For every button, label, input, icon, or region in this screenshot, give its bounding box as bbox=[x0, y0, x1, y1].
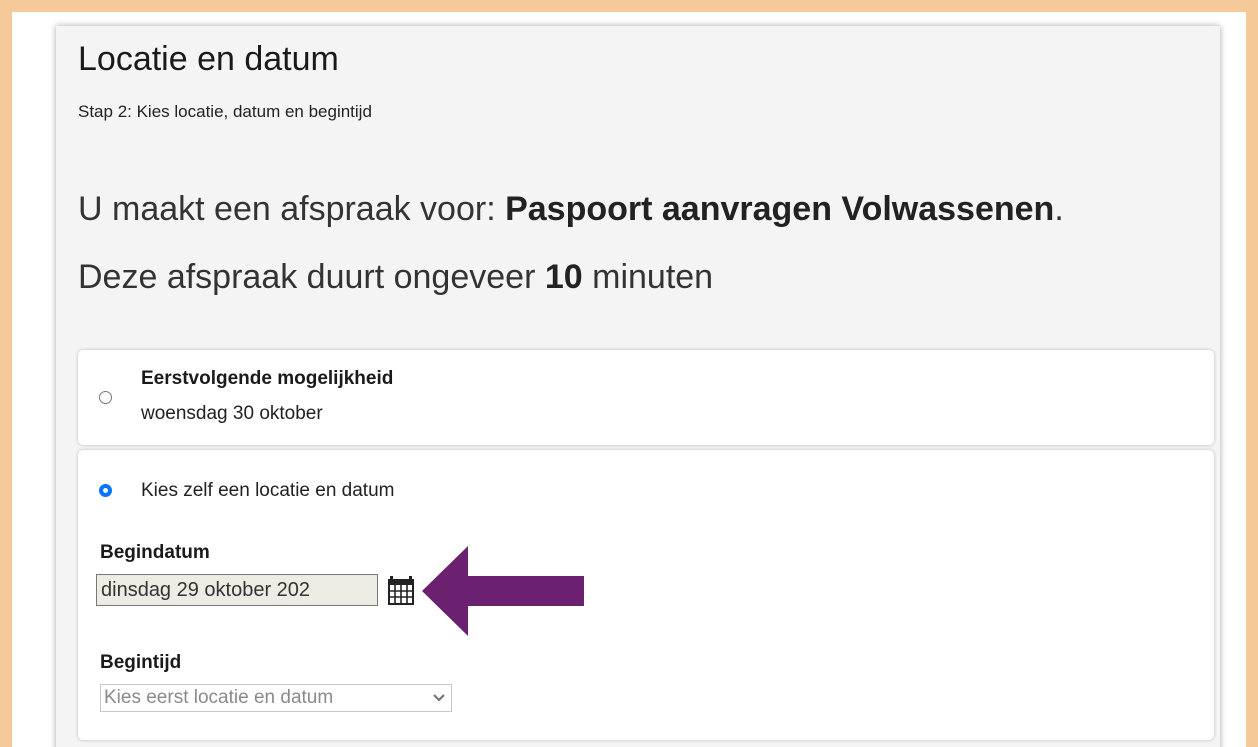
option-choose-self: Kies zelf een locatie en datum Begindatu… bbox=[78, 450, 1214, 740]
start-time-label: Begintijd bbox=[100, 652, 182, 673]
appointment-prefix: U maakt een afspraak voor: bbox=[78, 190, 506, 228]
appointment-type: Paspoort aanvragen Volwassenen bbox=[505, 190, 1055, 228]
appointment-suffix: . bbox=[1054, 190, 1064, 228]
duration-value: 10 bbox=[544, 258, 583, 296]
first-available-title: Eerstvolgende mogelijkheid bbox=[141, 368, 394, 389]
step-subtitle: Stap 2: Kies locatie, datum en begintijd bbox=[78, 102, 372, 121]
appointment-type-line: U maakt een afspraak voor: Paspoort aanv… bbox=[78, 190, 1064, 229]
first-available-date: woensdag 30 oktober bbox=[141, 403, 323, 424]
start-date-input[interactable]: dinsdag 29 oktober 202 bbox=[96, 574, 378, 606]
calendar-icon[interactable] bbox=[388, 574, 414, 606]
radio-first-available[interactable] bbox=[99, 391, 112, 404]
screenshot-frame: Locatie en datum Stap 2: Kies locatie, d… bbox=[12, 12, 1246, 747]
start-date-label: Begindatum bbox=[100, 542, 210, 563]
option-first-available[interactable]: Eerstvolgende mogelijkheid woensdag 30 o… bbox=[78, 350, 1214, 445]
duration-prefix: Deze afspraak duurt ongeveer bbox=[78, 258, 545, 296]
radio-choose-self[interactable] bbox=[99, 484, 112, 497]
page-title: Locatie en datum bbox=[78, 40, 339, 78]
choose-self-label[interactable]: Kies zelf een locatie en datum bbox=[141, 480, 395, 502]
start-time-select[interactable]: Kies eerst locatie en datum bbox=[100, 684, 452, 712]
arrow-left-icon bbox=[422, 546, 584, 636]
duration-suffix: minuten bbox=[582, 258, 714, 296]
start-time-placeholder: Kies eerst locatie en datum bbox=[104, 687, 334, 708]
appointment-panel: Locatie en datum Stap 2: Kies locatie, d… bbox=[56, 26, 1220, 747]
duration-line: Deze afspraak duurt ongeveer 10 minuten bbox=[78, 258, 713, 297]
chevron-down-icon bbox=[433, 685, 445, 719]
